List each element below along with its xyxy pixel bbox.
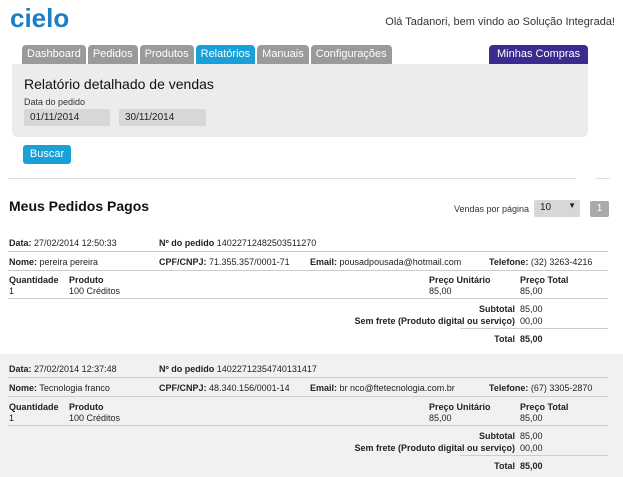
per-page-value: 10 — [540, 202, 552, 213]
welcome-message: Olá Tadanori, bem vindo ao Solução Integ… — [385, 16, 615, 28]
unit-price-value: 85,00 — [429, 286, 452, 296]
divider — [8, 377, 608, 378]
product-value: 100 Créditos — [69, 286, 121, 296]
divider — [460, 455, 608, 456]
shipping-value: 00,00 — [520, 443, 543, 453]
phone-label: Telefone: — [489, 383, 529, 393]
customer-cpf: CPF/CNPJ: 48.340.156/0001-14 — [159, 383, 290, 393]
order-date: Data: 27/02/2014 12:50:33 — [9, 238, 117, 248]
phone-value: (67) 3305-2870 — [530, 383, 593, 393]
order-card: Data: 27/02/2014 12:50:33 Nº do pedido 1… — [0, 232, 623, 350]
shipping-value: 00,00 — [520, 316, 543, 326]
phone-label: Telefone: — [489, 257, 529, 267]
unit-price-value: 85,00 — [429, 413, 452, 423]
shipping-label: Sem frete (Produto digital ou serviço) — [354, 316, 515, 326]
order-number-label: Nº do pedido — [159, 238, 215, 248]
date-from-input[interactable] — [24, 109, 110, 126]
order-date: Data: 27/02/2014 12:37:48 — [9, 364, 117, 374]
report-filter-panel — [12, 64, 588, 137]
email-label: Email: — [310, 383, 338, 393]
qty-value: 1 — [9, 286, 15, 296]
customer-cpf: CPF/CNPJ: 71.355.357/0001-71 — [159, 257, 290, 267]
svg-text:cielo: cielo — [10, 6, 69, 32]
per-page-label: Vendas por página — [454, 204, 530, 214]
unit-price-header: Preço Unitário — [429, 275, 491, 285]
unit-price-header: Preço Unitário — [429, 402, 491, 412]
total-label: Total — [494, 461, 515, 471]
date-value: 27/02/2014 12:50:33 — [34, 238, 117, 248]
customer-email: Email: pousadpousada@hotmail.com — [310, 257, 461, 267]
main-nav-tabs: Dashboard Pedidos Produtos Relatórios Ma… — [22, 45, 392, 64]
total-price-header: Preço Total — [520, 402, 569, 412]
divider — [8, 178, 576, 179]
total-value: 85,00 — [520, 334, 543, 344]
cpf-label: CPF/CNPJ: — [159, 257, 207, 267]
qty-header: Quantidade — [9, 402, 59, 412]
total-price-value: 85,00 — [520, 413, 543, 423]
divider — [8, 425, 608, 426]
name-value: pereira pereira — [39, 257, 99, 267]
section-title: Meus Pedidos Pagos — [9, 198, 150, 214]
qty-header: Quantidade — [9, 275, 59, 285]
tab-pedidos[interactable]: Pedidos — [87, 45, 138, 64]
order-number-value: 14022712354740131417 — [216, 364, 317, 374]
date-value: 27/02/2014 12:37:48 — [34, 364, 117, 374]
name-label: Nome: — [9, 257, 38, 267]
divider — [460, 328, 608, 329]
tab-manuais[interactable]: Manuais — [257, 45, 309, 64]
cpf-label: CPF/CNPJ: — [159, 383, 207, 393]
page-button[interactable]: 1 — [590, 201, 609, 217]
email-value: br nco@ftetecnologia.com.br — [339, 383, 455, 393]
customer-name: Nome: Tecnologia franco — [9, 383, 110, 393]
divider — [8, 298, 608, 299]
name-label: Nome: — [9, 383, 38, 393]
customer-phone: Telefone: (67) 3305-2870 — [489, 383, 592, 393]
shipping-label: Sem frete (Produto digital ou serviço) — [354, 443, 515, 453]
order-card: Data: 27/02/2014 12:37:48 Nº do pedido 1… — [0, 354, 623, 477]
search-button[interactable]: Buscar — [23, 145, 71, 164]
name-value: Tecnologia franco — [39, 383, 110, 393]
product-header: Produto — [69, 402, 104, 412]
order-number: Nº do pedido 14022712354740131417 — [159, 364, 317, 374]
tab-minhas-compras[interactable]: Minhas Compras — [489, 45, 589, 64]
divider — [8, 251, 608, 252]
cpf-value: 71.355.357/0001-71 — [209, 257, 290, 267]
date-label: Data do pedido — [24, 97, 86, 107]
cpf-value: 48.340.156/0001-14 — [209, 383, 290, 393]
date-label: Data: — [9, 364, 32, 374]
per-page-select[interactable]: 10 ▼ — [534, 200, 580, 217]
tab-dashboard[interactable]: Dashboard — [22, 45, 86, 64]
order-number-value: 14022712482503511270 — [216, 238, 317, 248]
customer-name: Nome: pereira pereira — [9, 257, 98, 267]
panel-title: Relatório detalhado de vendas — [24, 76, 214, 92]
total-price-header: Preço Total — [520, 275, 569, 285]
customer-email: Email: br nco@ftetecnologia.com.br — [310, 383, 455, 393]
order-number-label: Nº do pedido — [159, 364, 215, 374]
order-number: Nº do pedido 14022712482503511270 — [159, 238, 316, 248]
cielo-logo[interactable]: cielo — [10, 3, 76, 33]
tab-configuracoes[interactable]: Configurações — [310, 45, 392, 64]
product-value: 100 Créditos — [69, 413, 121, 423]
subtotal-label: Subtotal — [479, 431, 515, 441]
tab-produtos[interactable]: Produtos — [139, 45, 194, 64]
divider — [8, 270, 608, 271]
subtotal-value: 85,00 — [520, 304, 543, 314]
phone-value: (32) 3263-4216 — [530, 257, 593, 267]
total-value: 85,00 — [520, 461, 543, 471]
subtotal-value: 85,00 — [520, 431, 543, 441]
date-to-input[interactable] — [119, 109, 206, 126]
total-label: Total — [494, 334, 515, 344]
total-price-value: 85,00 — [520, 286, 543, 296]
divider — [8, 396, 608, 397]
tab-relatorios[interactable]: Relatórios — [195, 45, 256, 64]
chevron-down-icon: ▼ — [568, 201, 576, 210]
email-label: Email: — [310, 257, 338, 267]
divider — [596, 178, 610, 179]
customer-phone: Telefone: (32) 3263-4216 — [489, 257, 592, 267]
subtotal-label: Subtotal — [479, 304, 515, 314]
email-value: pousadpousada@hotmail.com — [339, 257, 462, 267]
date-label: Data: — [9, 238, 32, 248]
product-header: Produto — [69, 275, 104, 285]
qty-value: 1 — [9, 413, 15, 423]
